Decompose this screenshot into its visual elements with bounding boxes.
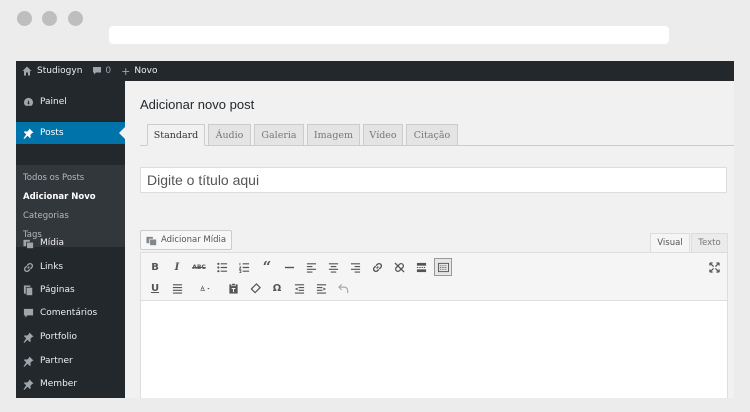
add-media-button[interactable]: Adicionar Mídia: [140, 230, 232, 250]
media-icon: [22, 237, 34, 249]
align-center-icon[interactable]: [324, 258, 342, 276]
pin-icon: [22, 355, 34, 367]
indent-icon[interactable]: [312, 279, 330, 297]
read-more-icon[interactable]: [412, 258, 430, 276]
sidebar-item-label: Mídia: [40, 238, 64, 248]
sidebar-item-partner[interactable]: Partner: [16, 350, 125, 372]
sidebar-item-member[interactable]: Member: [16, 373, 125, 395]
outdent-icon[interactable]: [290, 279, 308, 297]
comment-icon: [22, 307, 34, 319]
sidebar-item-label: Páginas: [40, 285, 75, 295]
bullet-list-icon[interactable]: [213, 258, 231, 276]
sidebar-item-label: Posts: [40, 128, 64, 138]
tab-format-quote[interactable]: Citação: [406, 124, 458, 146]
submenu-add-new[interactable]: Adicionar Novo: [23, 192, 96, 202]
sidebar-item-portfolio[interactable]: Portfolio: [16, 326, 125, 348]
post-editor: B I ABC “ U Ω: [140, 252, 728, 398]
underline-icon[interactable]: U: [146, 279, 164, 297]
text-color-icon[interactable]: [190, 279, 220, 297]
editor-content-area[interactable]: [141, 301, 727, 398]
media-icon: [146, 236, 157, 246]
sidebar-item-label: Partner: [40, 356, 73, 366]
adminbar-new-button[interactable]: + Novo: [121, 61, 157, 81]
post-title-input[interactable]: Digite o título aqui: [140, 167, 727, 193]
editor-toolbar: B I ABC “ U Ω: [141, 253, 727, 301]
sidebar-item-links[interactable]: Links: [16, 256, 125, 278]
tab-format-image[interactable]: Imagem: [307, 124, 360, 146]
align-left-icon[interactable]: [302, 258, 320, 276]
italic-icon[interactable]: I: [168, 258, 186, 276]
add-media-label: Adicionar Mídia: [160, 235, 227, 245]
plus-icon: +: [121, 64, 131, 78]
tab-format-standard[interactable]: Standard: [147, 124, 205, 146]
toolbar-toggle-icon[interactable]: [434, 258, 452, 276]
align-right-icon[interactable]: [346, 258, 364, 276]
remove-link-icon[interactable]: [390, 258, 408, 276]
sidebar-item-label: Painel: [40, 97, 67, 107]
submenu-categories[interactable]: Categorias: [23, 211, 69, 221]
page-title: Adicionar novo post: [140, 97, 255, 112]
insert-link-icon[interactable]: [368, 258, 386, 276]
home-icon: [22, 66, 32, 76]
window-maximize-dot[interactable]: [68, 11, 83, 26]
sidebar-item-label: Portfolio: [40, 332, 78, 342]
tab-format-audio[interactable]: Áudio: [208, 124, 251, 146]
site-name: Studiogyn: [37, 66, 83, 76]
address-bar[interactable]: [109, 26, 669, 44]
submenu-all-posts[interactable]: Todos os Posts: [23, 173, 84, 183]
sidebar-item-midia[interactable]: Mídia: [16, 232, 125, 254]
sidebar-item-label: Member: [40, 379, 78, 389]
sidebar-item-painel[interactable]: Painel: [16, 91, 125, 113]
blockquote-icon[interactable]: “: [258, 258, 276, 276]
adminbar-comments[interactable]: 0: [93, 61, 111, 81]
clear-format-icon[interactable]: [246, 279, 264, 297]
tab-format-gallery[interactable]: Galeria: [254, 124, 304, 146]
sidebar-item-label: Comentários: [40, 308, 98, 318]
horizontal-line-icon[interactable]: [280, 258, 298, 276]
sidebar-item-label: Links: [40, 262, 64, 272]
tab-text[interactable]: Texto: [691, 233, 728, 253]
undo-icon[interactable]: [334, 279, 352, 297]
bold-icon[interactable]: B: [146, 258, 164, 276]
tab-visual[interactable]: Visual: [650, 233, 690, 253]
new-label: Novo: [134, 66, 158, 76]
pin-icon: [22, 331, 34, 343]
numbered-list-icon[interactable]: [235, 258, 253, 276]
pages-icon: [22, 284, 34, 296]
comments-count: 0: [105, 66, 112, 76]
admin-sidebar: Painel Posts Todos os Posts Adicionar No…: [16, 81, 125, 398]
sidebar-item-paginas[interactable]: Páginas: [16, 279, 125, 301]
comment-icon: [93, 67, 102, 75]
window-close-dot[interactable]: [17, 11, 32, 26]
pin-icon: [22, 127, 34, 139]
sidebar-item-comentarios[interactable]: Comentários: [16, 302, 125, 324]
justify-icon[interactable]: [168, 279, 186, 297]
sidebar-item-posts[interactable]: Posts: [16, 122, 125, 144]
link-icon: [22, 261, 34, 273]
fullscreen-icon[interactable]: [705, 258, 723, 276]
window-minimize-dot[interactable]: [42, 11, 57, 26]
browser-window: Studiogyn 0 + Novo Painel Posts Todos os…: [16, 61, 734, 398]
dashboard-icon: [22, 96, 34, 108]
adminbar-site-link[interactable]: Studiogyn: [16, 61, 82, 81]
special-char-icon[interactable]: Ω: [268, 279, 286, 297]
admin-bar: Studiogyn 0 + Novo: [16, 61, 734, 81]
strikethrough-icon[interactable]: ABC: [190, 258, 208, 276]
tab-format-video[interactable]: Vídeo: [363, 124, 403, 146]
paste-text-icon[interactable]: [224, 279, 242, 297]
pin-icon: [22, 378, 34, 390]
